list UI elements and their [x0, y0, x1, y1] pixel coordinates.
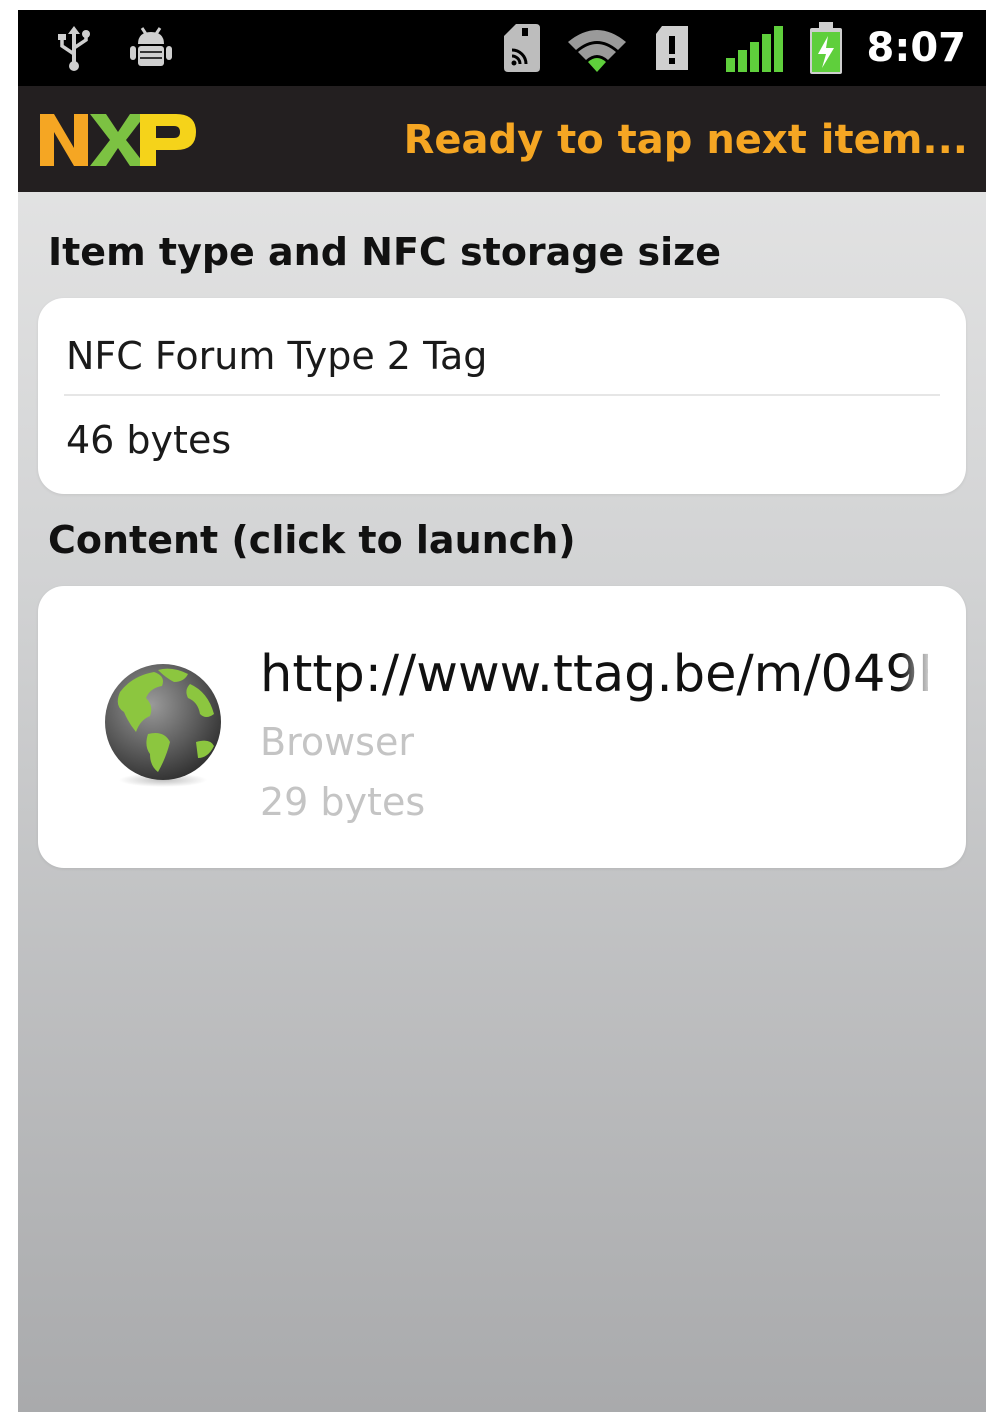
globe-icon	[105, 664, 221, 787]
status-clock: 8:07	[866, 25, 967, 71]
battery-charging-icon	[810, 22, 842, 74]
content-url: http://www.ttag.be/m/049B	[260, 645, 928, 704]
item-type-heading: Item type and NFC storage size	[48, 230, 722, 274]
status-bar: 8:07	[18, 10, 986, 86]
url-fade	[900, 642, 936, 708]
usb-icon	[58, 26, 90, 71]
wifi-icon	[568, 30, 626, 72]
tag-info-card: NFC Forum Type 2 Tag 46 bytes	[38, 298, 966, 494]
android-debug-icon	[130, 27, 172, 66]
nxp-logo	[40, 114, 196, 166]
status-message: Ready to tap next item...	[403, 117, 968, 163]
title-bar: Ready to tap next item...	[18, 86, 986, 192]
content-app: Browser	[260, 720, 414, 764]
content-item[interactable]: http://www.ttag.be/m/049B Browser 29 byt…	[38, 586, 966, 868]
phone-screen: 8:07 Ready to tap next item... Item type…	[18, 10, 986, 1412]
nfc-tag-icon	[504, 24, 540, 72]
content-heading: Content (click to launch)	[48, 518, 576, 562]
signal-icon	[726, 26, 783, 72]
divider	[64, 394, 940, 396]
sim-alert-icon	[656, 26, 688, 70]
content-size: 29 bytes	[260, 780, 426, 824]
tag-type-text: NFC Forum Type 2 Tag	[66, 334, 488, 378]
storage-size-text: 46 bytes	[66, 418, 232, 462]
